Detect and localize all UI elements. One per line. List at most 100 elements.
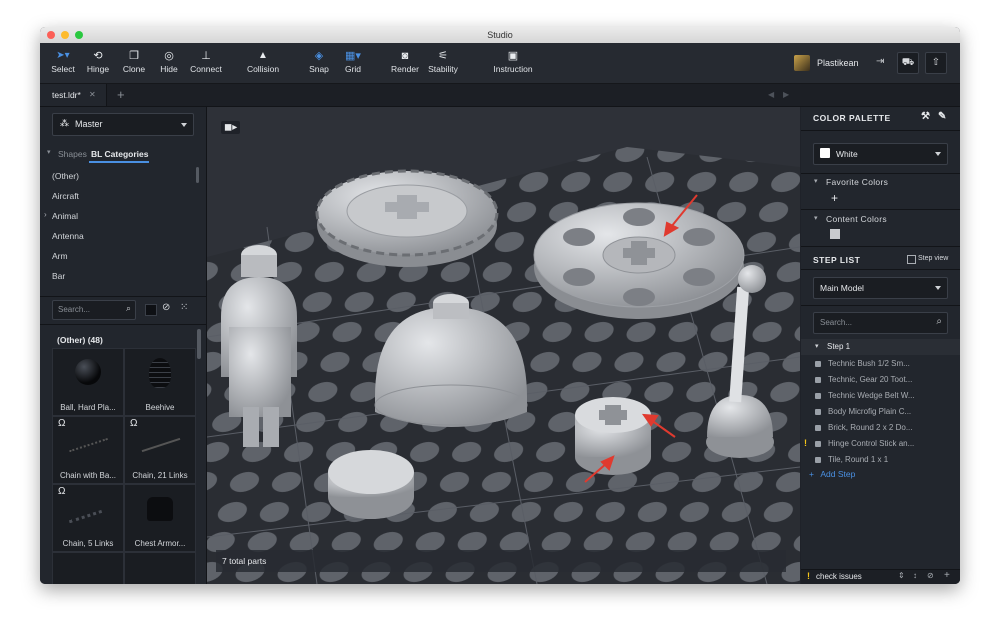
collapse-chevron-icon[interactable]: ▾ bbox=[814, 214, 818, 222]
category-item[interactable]: Bar bbox=[52, 271, 65, 281]
tab-shapes[interactable]: Shapes bbox=[58, 149, 87, 159]
color-filter-swatch[interactable] bbox=[145, 304, 157, 316]
chain-part-image bbox=[69, 437, 109, 456]
expand-all-icon[interactable]: ↕ bbox=[913, 571, 917, 580]
tab-bl-categories[interactable]: BL Categories bbox=[91, 149, 148, 159]
part-thumbnail[interactable]: Ball, Hard Pla... bbox=[52, 348, 124, 416]
add-step-button[interactable]: + Add Step bbox=[809, 469, 855, 479]
step-part-item[interactable]: Body Microfig Plain C... bbox=[815, 407, 911, 416]
step-view-checkbox[interactable] bbox=[907, 255, 916, 264]
sign-out-icon[interactable]: ⇥ bbox=[876, 56, 884, 67]
step-part-item[interactable]: Tile, Round 1 x 1 bbox=[815, 455, 888, 464]
add-favorite-color-button[interactable]: + bbox=[831, 191, 838, 205]
flex-part-icon: Ω bbox=[58, 486, 66, 497]
step-part-item[interactable]: Technic, Gear 20 Toot... bbox=[815, 375, 912, 384]
brick-icon bbox=[815, 440, 821, 447]
next-step-arrow-icon[interactable]: ▶ bbox=[783, 90, 789, 99]
minimize-window-button[interactable] bbox=[61, 31, 69, 39]
step-part-item[interactable]: Hinge Control Stick an... bbox=[815, 439, 914, 448]
clone-tool-button[interactable]: ❐ Clone bbox=[120, 48, 148, 74]
collision-tool-button[interactable]: ▲ Collision bbox=[243, 48, 283, 74]
step-part-item[interactable]: Brick, Round 2 x 2 Do... bbox=[815, 423, 912, 432]
parts-palette-panel: ⁂ Master ▾ Shapes BL Categories (Other) … bbox=[40, 107, 207, 584]
category-item[interactable]: Arm bbox=[52, 251, 68, 261]
collapse-chevron-icon[interactable]: ▾ bbox=[47, 148, 51, 156]
collapse-chevron-icon: ▾ bbox=[815, 343, 819, 350]
category-item[interactable]: (Other) bbox=[52, 171, 79, 181]
paint-roller-icon[interactable]: ⚒ bbox=[921, 111, 930, 122]
divider bbox=[40, 296, 206, 297]
cart-icon: ⛟ bbox=[901, 57, 915, 68]
upload-icon: ⇧ bbox=[931, 57, 941, 68]
upload-button[interactable]: ⇧ bbox=[925, 52, 947, 74]
part-thumbnail[interactable]: Chest Armor... bbox=[124, 484, 196, 552]
collapse-chevron-icon[interactable]: ▾ bbox=[814, 177, 818, 185]
part-label: Chain, 5 Links bbox=[62, 539, 114, 548]
maximize-window-button[interactable] bbox=[75, 31, 83, 39]
palette-select-value: Master bbox=[75, 119, 103, 129]
grid-tool-button[interactable]: ▦▾ Grid bbox=[340, 48, 366, 74]
3d-viewport[interactable]: ◼▸ 7 total parts bbox=[207, 107, 800, 584]
step-search-input[interactable]: Search... ⌕ bbox=[813, 312, 948, 334]
hinge-tool-button[interactable]: ⟲ Hinge bbox=[84, 48, 112, 74]
file-tab[interactable]: test.ldr* ✕ bbox=[40, 84, 107, 106]
step-part-label: Technic, Gear 20 Toot... bbox=[828, 375, 913, 384]
model-select[interactable]: Main Model bbox=[813, 277, 948, 299]
step-title: Step 1 bbox=[827, 342, 851, 351]
add-icon[interactable]: + bbox=[944, 570, 950, 581]
step-part-item[interactable]: Technic Bush 1/2 Sm... bbox=[815, 359, 910, 368]
part-thumbnail[interactable] bbox=[52, 552, 124, 584]
camera-toggle-icon[interactable]: ◼▸ bbox=[221, 121, 241, 134]
part-thumbnail[interactable]: Ω Chain, 21 Links bbox=[124, 416, 196, 484]
part-thumbnail[interactable]: Ω Chain with Ba... bbox=[52, 416, 124, 484]
color-select[interactable]: White bbox=[813, 143, 948, 165]
parts-scrollbar[interactable] bbox=[197, 329, 201, 359]
flex-part-icon: Ω bbox=[130, 418, 138, 429]
brick-icon bbox=[815, 360, 821, 367]
step-view-label: Step view bbox=[918, 255, 949, 262]
select-tool-button[interactable]: ➤▾ Select bbox=[50, 48, 76, 74]
stability-tool-button[interactable]: ⚟ Stability bbox=[425, 48, 461, 74]
prev-step-arrow-icon[interactable]: ◀ bbox=[768, 90, 774, 99]
step-part-item[interactable]: Technic Wedge Belt W... bbox=[815, 391, 915, 400]
category-item[interactable]: Antenna bbox=[52, 231, 84, 241]
hide-tool-button[interactable]: ◎ Hide bbox=[156, 48, 182, 74]
step-header[interactable]: ▾ Step 1 bbox=[801, 339, 960, 355]
palette-select[interactable]: ⁂ Master bbox=[52, 113, 194, 136]
part-thumbnail[interactable] bbox=[124, 552, 196, 584]
part-search-placeholder: Search... bbox=[58, 305, 91, 314]
part-thumbnail[interactable]: Ω Chain, 5 Links bbox=[52, 484, 124, 552]
part-search-input[interactable]: Search... ⌕ bbox=[52, 300, 136, 320]
instruction-tool-button[interactable]: ▣ Instruction bbox=[490, 48, 536, 74]
snap-tool-button[interactable]: ◈ Snap bbox=[306, 48, 332, 74]
render-tool-button[interactable]: ◙ Render bbox=[390, 48, 420, 74]
snap-icon: ◈ bbox=[314, 50, 324, 62]
connect-icon: ⊥ bbox=[201, 50, 211, 62]
cart-button[interactable]: ⛟ bbox=[897, 52, 919, 74]
part-thumbnail[interactable]: Beehive bbox=[124, 348, 196, 416]
close-window-button[interactable] bbox=[47, 31, 55, 39]
connect-tool-button[interactable]: ⊥ Connect bbox=[188, 48, 224, 74]
search-icon: ⌕ bbox=[125, 303, 131, 313]
add-tab-button[interactable]: + bbox=[117, 87, 125, 102]
warning-triangle-icon: ▲ bbox=[258, 50, 268, 61]
category-item[interactable]: Animal bbox=[52, 211, 78, 221]
clone-icon: ❐ bbox=[129, 50, 139, 62]
content-colors-label: Content Colors bbox=[826, 214, 887, 224]
divider bbox=[801, 305, 960, 306]
model-select-value: Main Model bbox=[820, 283, 864, 293]
eyedropper-icon[interactable]: ✎ bbox=[938, 111, 947, 122]
user-avatar[interactable] bbox=[794, 55, 810, 71]
part-label: Beehive bbox=[145, 403, 175, 412]
hide-icon[interactable]: ⊘ bbox=[927, 571, 934, 580]
category-item[interactable]: Aircraft bbox=[52, 191, 79, 201]
issues-bar: ! check issues ⇕ ↕ ⊘ + bbox=[801, 569, 960, 584]
collapse-all-icon[interactable]: ⇕ bbox=[898, 571, 905, 580]
close-tab-icon[interactable]: ✕ bbox=[89, 90, 96, 99]
check-issues-button[interactable]: check issues bbox=[816, 572, 862, 581]
category-scrollbar[interactable] bbox=[196, 167, 199, 183]
filter-off-icon[interactable]: ⊘ bbox=[162, 302, 170, 313]
grid-view-icon[interactable]: ⁙ bbox=[180, 302, 188, 313]
content-color-swatch[interactable] bbox=[830, 229, 840, 239]
studio-window: Studio ➤▾ Select ⟲ Hinge ❐ Clone ◎ Hide … bbox=[40, 27, 960, 584]
